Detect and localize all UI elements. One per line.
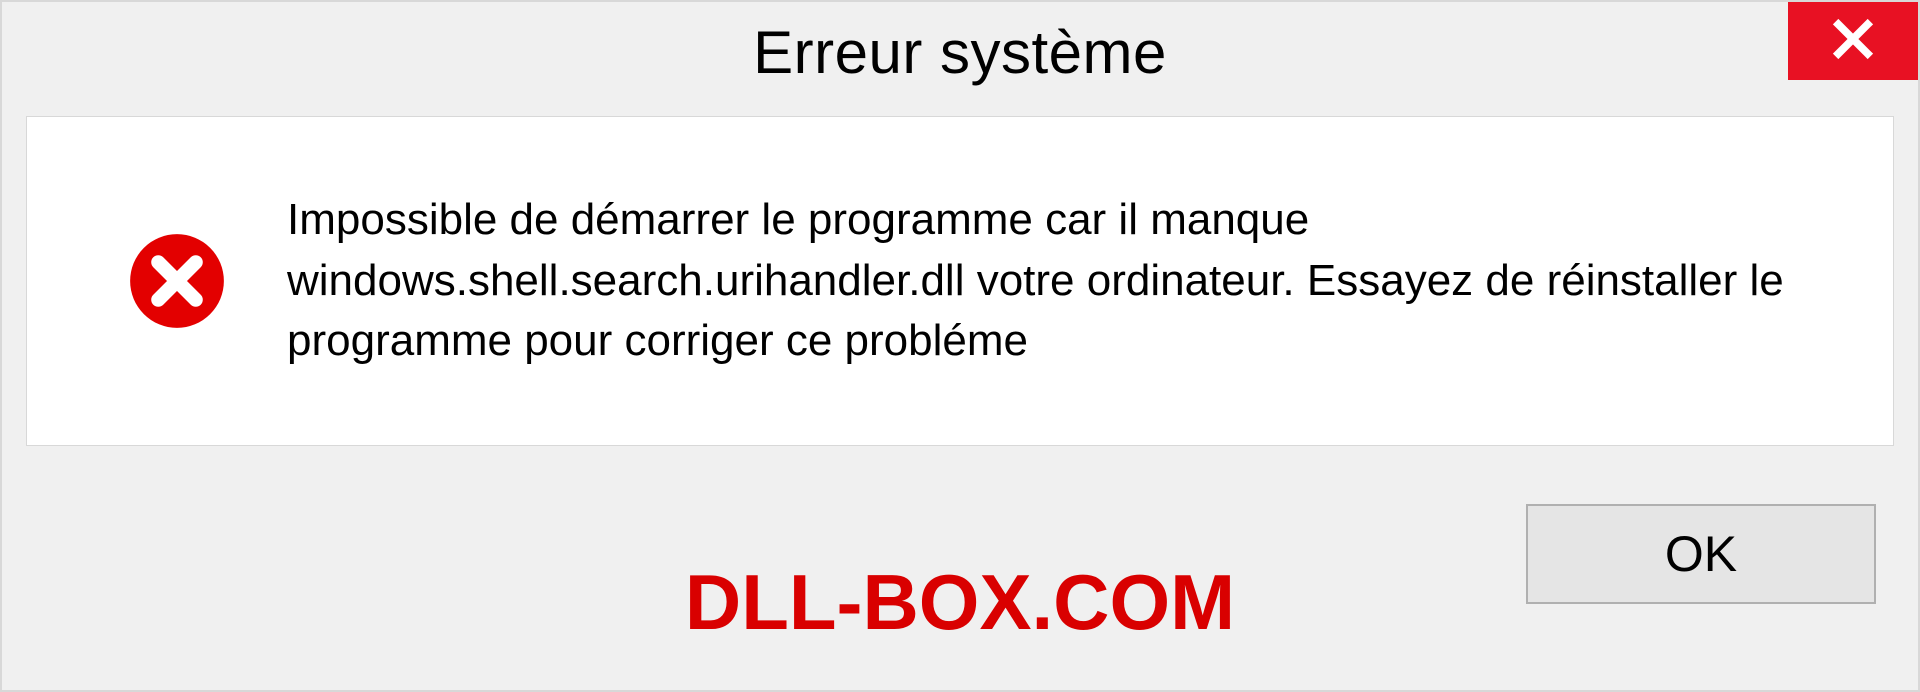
close-button[interactable] bbox=[1788, 2, 1918, 80]
system-error-dialog: Erreur système Impossible de démarrer le… bbox=[0, 0, 1920, 692]
dialog-title: Erreur système bbox=[753, 18, 1167, 87]
watermark-text: DLL-BOX.COM bbox=[685, 557, 1235, 648]
error-icon bbox=[127, 231, 227, 331]
close-icon bbox=[1831, 17, 1875, 66]
content-panel: Impossible de démarrer le programme car … bbox=[26, 116, 1894, 446]
titlebar: Erreur système bbox=[2, 2, 1918, 102]
ok-button[interactable]: OK bbox=[1526, 504, 1876, 604]
dialog-footer: DLL-BOX.COM OK bbox=[2, 446, 1918, 690]
error-message: Impossible de démarrer le programme car … bbox=[287, 190, 1853, 372]
